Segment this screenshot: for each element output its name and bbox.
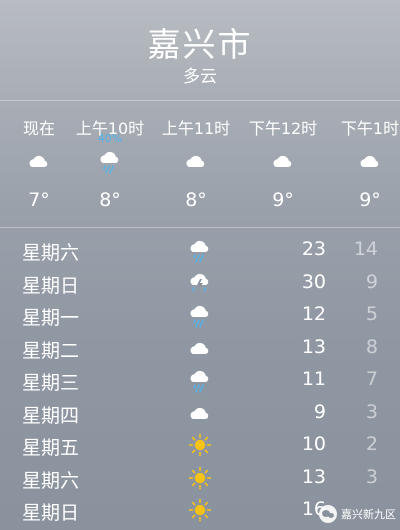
watermark-text: 嘉兴新九区 — [341, 508, 396, 521]
high-temperature: 30 — [301, 270, 326, 293]
rain-icon — [188, 301, 212, 329]
cloud-icon — [358, 147, 382, 175]
high-temperature: 12 — [301, 303, 326, 325]
high-temperature: 10 — [301, 433, 326, 455]
high-temperature: 11 — [301, 368, 326, 390]
current-condition: 多云 — [183, 67, 217, 87]
daily-forecast-row: 星期五 10 2 — [0, 429, 400, 461]
sun-icon — [188, 431, 212, 459]
rain-icon — [98, 147, 122, 175]
hour-label: 上午11时 — [161, 119, 231, 138]
thunderstorm-icon — [188, 269, 212, 297]
low-temperature: 8 — [365, 335, 378, 358]
rain-icon — [188, 236, 212, 264]
low-temperature: 7 — [365, 368, 378, 390]
low-temperature: 14 — [353, 238, 378, 260]
daily-forecast-row: 星期六 23 14 — [0, 234, 400, 266]
hour-label: 下午12时 — [248, 119, 318, 138]
daily-forecast-row: 星期三 11 7 — [0, 364, 400, 396]
low-temperature: 3 — [365, 465, 378, 488]
daily-forecast-row: 星期一 12 5 — [0, 299, 400, 331]
chat-logo-icon — [319, 505, 337, 523]
daily-forecast-row: 星期四 9 3 — [0, 397, 400, 429]
weekday-label: 星期二 — [22, 339, 80, 362]
high-temperature: 13 — [301, 335, 326, 358]
hour-temperature: 8° — [185, 189, 207, 211]
hourly-column: 下午1时 9° — [325, 101, 400, 227]
hour-temperature: 9° — [272, 189, 294, 211]
high-temperature: 9 — [313, 400, 326, 423]
hourly-forecast-strip[interactable]: 现在 7° 上午10时 40% 8° 上午11时 8° 下午12时 9° 下午1时 9° — [0, 100, 400, 228]
daily-forecast-row: 星期二 13 8 — [0, 332, 400, 364]
high-temperature: 23 — [301, 238, 326, 260]
low-temperature: 9 — [365, 270, 378, 293]
weekday-label: 星期三 — [22, 372, 80, 394]
header: 嘉兴市 多云 — [0, 0, 400, 100]
weekday-label: 星期四 — [22, 404, 80, 427]
city-name: 嘉兴市 — [147, 25, 253, 64]
hour-temperature: 9° — [359, 189, 381, 211]
daily-forecast-row: 星期六 13 3 — [0, 462, 400, 494]
hour-temperature: 8° — [99, 189, 121, 211]
weekday-label: 星期五 — [22, 437, 80, 459]
weekday-label: 星期六 — [22, 469, 80, 492]
cloud-icon — [271, 147, 295, 175]
hourly-column: 下午12时 9° — [238, 101, 328, 227]
weekday-label: 星期日 — [22, 502, 80, 524]
cloud-icon — [27, 147, 51, 175]
cloud-icon — [188, 399, 212, 427]
hourly-column: 上午10时 40% 8° — [65, 101, 155, 227]
sun-icon — [188, 464, 212, 492]
high-temperature: 13 — [301, 465, 326, 488]
sun-icon — [188, 496, 212, 524]
low-temperature: 2 — [365, 433, 378, 455]
low-temperature: 5 — [365, 303, 378, 325]
rain-icon — [188, 366, 212, 394]
cloud-icon — [188, 334, 212, 362]
weekday-label: 星期六 — [22, 242, 80, 264]
weekday-label: 星期一 — [22, 307, 80, 329]
daily-forecast-row: 星期日 30 9 — [0, 267, 400, 299]
cloud-icon — [184, 147, 208, 175]
hourly-column: 上午11时 8° — [151, 101, 241, 227]
low-temperature: 3 — [365, 400, 378, 423]
hour-label: 下午1时 — [340, 119, 400, 138]
weekday-label: 星期日 — [22, 274, 80, 297]
watermark: 嘉兴新九区 — [319, 504, 396, 524]
precip-chance: 40% — [97, 132, 123, 145]
